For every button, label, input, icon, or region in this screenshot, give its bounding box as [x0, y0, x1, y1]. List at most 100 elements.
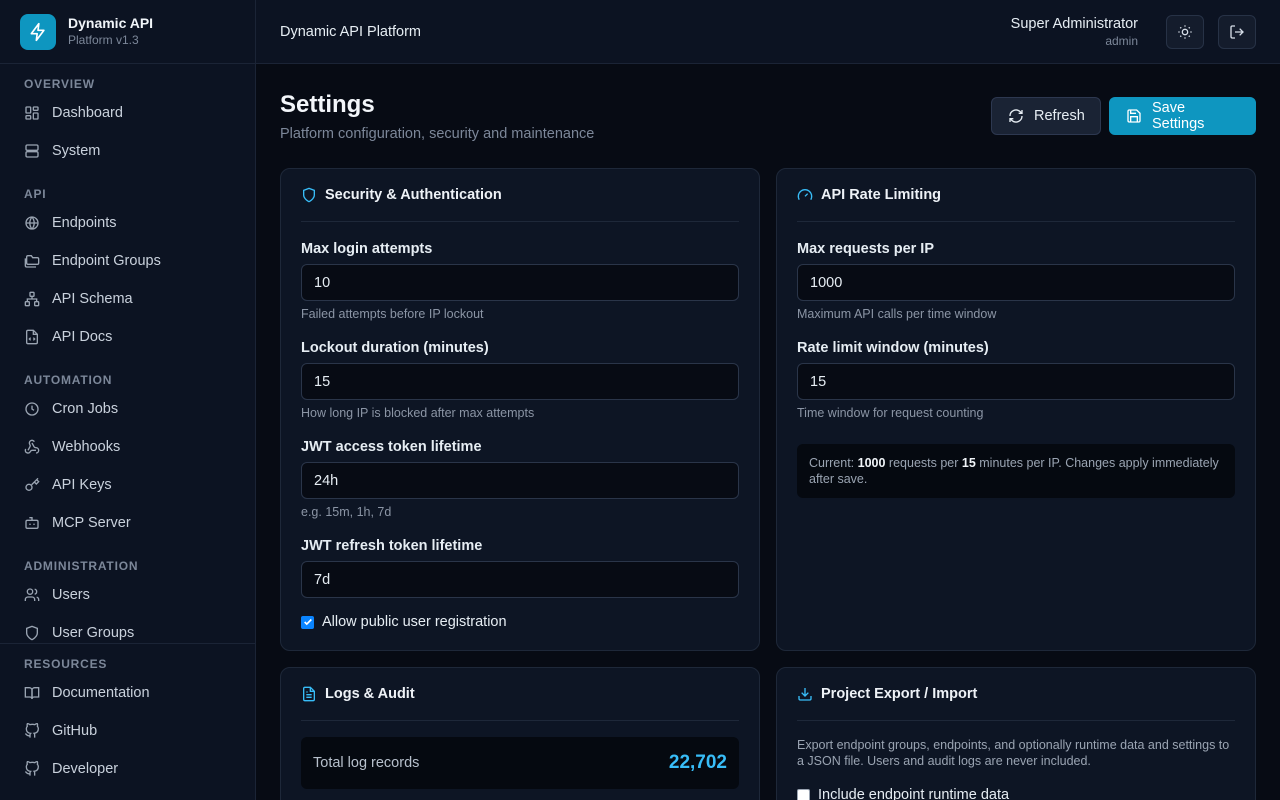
rate-limit-card-title: API Rate Limiting — [821, 187, 942, 203]
webhook-icon — [24, 439, 40, 455]
jwt-access-lifetime-label: JWT access token lifetime — [301, 439, 482, 455]
export-card: Project Export / Import Export endpoint … — [776, 667, 1256, 800]
jwt-refresh-lifetime-label: JWT refresh token lifetime — [301, 538, 483, 554]
sidebar-item-label: Cron Jobs — [52, 401, 119, 417]
sidebar-item-api-schema[interactable]: API Schema — [0, 280, 255, 318]
sidebar-item-documentation[interactable]: Documentation — [0, 674, 255, 712]
sidebar-item-developer[interactable]: Developer — [0, 750, 255, 788]
nav-section-automation: AUTOMATION — [24, 373, 113, 387]
security-card-header: Security & Authentication — [301, 169, 739, 222]
rate-window-label: Rate limit window (minutes) — [797, 340, 989, 356]
max-login-attempts-help: Failed attempts before IP lockout — [301, 307, 484, 321]
export-description: Export endpoint groups, endpoints, and o… — [797, 738, 1230, 768]
nav-section-overview: OVERVIEW — [24, 77, 95, 91]
refresh-label: Refresh — [1034, 108, 1085, 124]
lockout-duration-help: How long IP is blocked after max attempt… — [301, 406, 535, 420]
refresh-icon — [1008, 108, 1024, 124]
topbar-title: Dynamic API Platform — [280, 23, 422, 40]
rate-limit-card: API Rate Limiting Max requests per IP Ma… — [776, 168, 1256, 651]
sidebar-item-endpoint-groups[interactable]: Endpoint Groups — [0, 242, 255, 280]
save-icon — [1126, 108, 1142, 124]
sidebar-item-mcp-server[interactable]: MCP Server — [0, 504, 255, 542]
max-login-attempts-input[interactable] — [301, 264, 739, 301]
security-card: Security & Authentication Max login atte… — [280, 168, 760, 651]
user-name: Super Administrator — [1010, 15, 1138, 32]
user-role: admin — [1105, 33, 1138, 48]
sidebar-item-endpoints[interactable]: Endpoints — [0, 204, 255, 242]
total-logs-value: 22,702 — [668, 752, 727, 773]
nav-section-administration: ADMINISTRATION — [24, 559, 139, 573]
sidebar-item-label: GitHub — [52, 723, 98, 739]
brand-name: Dynamic API — [68, 15, 154, 31]
file-code-icon — [24, 329, 40, 345]
rate-window-help: Time window for request counting — [797, 406, 984, 420]
save-label: Save Settings — [1152, 100, 1205, 132]
nav-section-resources: RESOURCES — [24, 657, 108, 671]
export-card-header: Project Export / Import — [797, 668, 1235, 721]
jwt-access-lifetime-help: e.g. 15m, 1h, 7d — [301, 505, 392, 519]
book-icon — [24, 685, 40, 701]
sidebar-item-label: API Schema — [52, 291, 133, 307]
sidebar-item-dashboard[interactable]: Dashboard — [0, 94, 255, 132]
dashboard-icon — [24, 105, 40, 121]
sidebar-item-users[interactable]: Users — [0, 576, 255, 614]
sidebar-item-label: API Keys — [52, 477, 112, 493]
save-settings-button[interactable]: Save Settings — [1109, 97, 1256, 135]
sidebar-item-label: Dashboard — [52, 105, 123, 121]
gauge-icon — [797, 187, 813, 203]
key-icon — [24, 477, 40, 493]
logout-button[interactable] — [1218, 14, 1256, 49]
sidebar-item-label: Documentation — [52, 685, 150, 701]
security-card-title: Security & Authentication — [325, 187, 502, 203]
brand[interactable]: Dynamic API Platform v1.3 — [0, 0, 255, 64]
shield-icon — [301, 187, 317, 203]
jwt-access-lifetime-input[interactable] — [301, 462, 739, 499]
max-requests-label: Max requests per IP — [797, 241, 934, 257]
refresh-button[interactable]: Refresh — [991, 97, 1101, 135]
include-runtime-checkbox[interactable] — [797, 788, 810, 800]
github-icon — [24, 723, 40, 739]
sidebar-item-github[interactable]: GitHub — [0, 712, 255, 750]
export-card-title: Project Export / Import — [821, 686, 978, 702]
max-requests-help: Maximum API calls per time window — [797, 307, 997, 321]
lockout-duration-label: Lockout duration (minutes) — [301, 340, 489, 356]
max-requests-input[interactable] — [797, 264, 1235, 301]
rate-limit-summary: Current: 1000 requests per 15 minutes pe… — [797, 444, 1235, 498]
bot-icon — [24, 515, 40, 531]
public-registration-checkbox[interactable] — [301, 615, 314, 629]
sidebar-item-label: Endpoints — [52, 215, 117, 231]
public-registration-label[interactable]: Allow public user registration — [322, 614, 507, 630]
logs-card-title: Logs & Audit — [325, 686, 415, 702]
jwt-refresh-lifetime-input[interactable] — [301, 561, 739, 598]
sidebar: Dynamic API Platform v1.3 OVERVIEW Dashb… — [0, 0, 256, 800]
folders-icon — [24, 253, 40, 269]
users-icon — [24, 587, 40, 603]
network-icon — [24, 291, 40, 307]
sidebar-item-api-keys[interactable]: API Keys — [0, 466, 255, 504]
summary-prefix: Current: — [809, 456, 858, 470]
sidebar-item-system[interactable]: System — [0, 132, 255, 170]
globe-icon — [24, 215, 40, 231]
brand-version: Platform v1.3 — [68, 33, 139, 47]
public-registration-row: Allow public user registration — [301, 614, 739, 630]
sidebar-item-label: Endpoint Groups — [52, 253, 161, 269]
sidebar-item-api-docs[interactable]: API Docs — [0, 318, 255, 356]
sidebar-item-user-groups[interactable]: User Groups — [0, 614, 255, 644]
logs-card: Logs & Audit Total log records 22,702 — [280, 667, 760, 800]
summary-minutes: 15 — [961, 456, 976, 470]
logs-card-header: Logs & Audit — [301, 668, 739, 721]
shield-icon — [24, 625, 40, 641]
total-logs-stat: Total log records 22,702 — [301, 737, 739, 789]
clock-icon — [24, 401, 40, 417]
lockout-duration-input[interactable] — [301, 363, 739, 400]
include-runtime-label[interactable]: Include endpoint runtime data — [818, 787, 1009, 800]
sidebar-nav: OVERVIEW Dashboard System API Endpoints … — [0, 64, 255, 644]
rate-window-input[interactable] — [797, 363, 1235, 400]
sidebar-item-cron-jobs[interactable]: Cron Jobs — [0, 390, 255, 428]
rate-limit-card-header: API Rate Limiting — [797, 169, 1235, 222]
summary-mid: requests per — [885, 456, 962, 470]
page-subtitle: Platform configuration, security and mai… — [280, 126, 595, 142]
theme-toggle-button[interactable] — [1166, 14, 1204, 49]
sidebar-item-webhooks[interactable]: Webhooks — [0, 428, 255, 466]
sidebar-item-label: MCP Server — [52, 515, 131, 531]
